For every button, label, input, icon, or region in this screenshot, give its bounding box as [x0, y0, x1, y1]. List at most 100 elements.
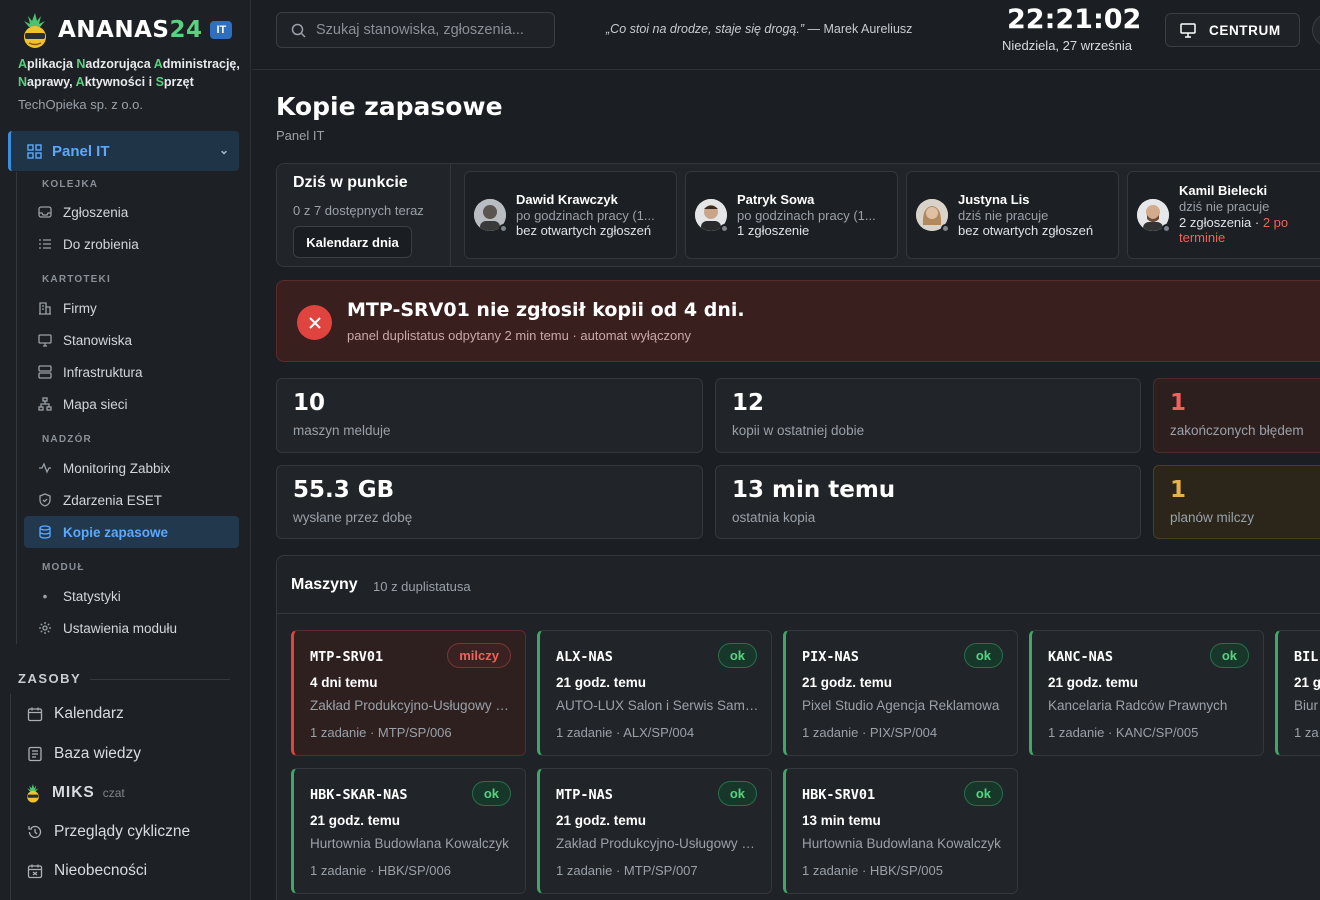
sidebar-item-eset[interactable]: Zdarzenia ESET: [24, 485, 239, 515]
machine-company: Hurtownia Budowlana Kowalczyk: [310, 836, 509, 851]
chevron-down-icon: ⌄: [218, 143, 229, 157]
clock: 22:21:02: [1007, 4, 1142, 35]
machine-jobs: 1 zadanie · ALX/SP/004: [556, 725, 695, 740]
machine-name: MTP-SRV01: [310, 649, 384, 665]
brand-tagline: Aplikacja Nadzorująca Administrację, Napr…: [18, 57, 240, 89]
database-icon: [38, 525, 52, 539]
sidebar-item-statystyki[interactable]: • Statystyki: [24, 581, 239, 611]
activity-icon: [38, 461, 52, 475]
day-calendar-button[interactable]: Kalendarz dnia: [293, 226, 412, 258]
network-icon: [38, 397, 52, 411]
today-title: Dziś w punkcie: [293, 174, 408, 191]
sidebar-item-stanowiska[interactable]: Stanowiska: [24, 325, 239, 355]
sidebar-item-kalendarz[interactable]: Kalendarz: [10, 697, 240, 731]
presence-dot: [499, 224, 508, 233]
nav-panel-it[interactable]: Panel IT ⌄: [8, 131, 239, 171]
machine-name: BIL-: [1294, 649, 1320, 665]
machine-name: HBK-SKAR-NAS: [310, 787, 408, 803]
sidebar-item-baza-wiedzy[interactable]: Baza wiedzy: [10, 737, 240, 771]
page-title: Kopie zapasowe: [276, 92, 503, 121]
machine-card[interactable]: MTP-SRV01 milczy 4 dni temu Zakład Produ…: [291, 630, 526, 756]
shield-icon: [38, 493, 52, 507]
person-name: Patryk Sowa: [737, 192, 815, 207]
pineapple-icon: [24, 784, 42, 803]
last-backup-time: 21 godz. temu: [556, 675, 647, 690]
person-card[interactable]: Patryk Sowa po godzinach pracy (1... 1 z…: [685, 171, 898, 259]
close-circle-icon: [297, 305, 332, 340]
sidebar-item-zabbix[interactable]: Monitoring Zabbix: [24, 453, 239, 483]
sidebar-item-infrastruktura[interactable]: Infrastruktura: [24, 357, 239, 387]
sidebar-item-przeglady[interactable]: Przeglądy cykliczne: [10, 815, 240, 849]
gear-icon: [38, 621, 52, 635]
machines-title: Maszyny: [291, 576, 358, 593]
alert-subtitle: panel duplistatus odpytany 2 min temu · …: [347, 328, 691, 343]
sidebar-item-ustawienia-modulu[interactable]: Ustawienia modułu: [24, 613, 239, 643]
stat-card-error: 1 zakończonych błędem: [1153, 378, 1320, 453]
server-icon: [38, 365, 52, 379]
machines-divider: [277, 613, 1320, 614]
stat-card: 12 kopii w ostatniej dobie: [715, 378, 1141, 453]
person-tickets: bez otwartych zgłoszeń: [958, 223, 1094, 238]
last-backup-time: 21 godz. temu: [556, 813, 647, 828]
presence-dot: [941, 224, 950, 233]
machine-name: KANC-NAS: [1048, 649, 1114, 665]
sidebar-item-firmy[interactable]: Firmy: [24, 293, 239, 323]
person-status: po godzinach pracy (1...: [516, 208, 655, 223]
nav-panel-it-label: Panel IT: [52, 142, 110, 160]
last-backup-time: 13 min temu: [802, 813, 881, 828]
status-badge: ok: [963, 781, 1003, 806]
last-backup-time: 21 godz. temu: [310, 813, 401, 828]
person-name: Justyna Lis: [958, 192, 1030, 207]
presence-dot: [720, 224, 729, 233]
date: Niedziela, 27 września: [1001, 38, 1133, 53]
today-divider: [450, 164, 451, 266]
presence-dot: [1162, 224, 1171, 233]
sidebar-item-do-zrobienia[interactable]: Do zrobienia: [24, 229, 239, 259]
last-backup-time: 21 godz. temu: [1048, 675, 1139, 690]
inbox-icon: [38, 205, 52, 219]
person-card[interactable]: Kamil Bielecki dziś nie pracuje 2 zgłosz…: [1127, 171, 1320, 259]
machine-card[interactable]: HBK-SRV01 ok 13 min temu Hurtownia Budow…: [783, 768, 1018, 894]
stat-card: 13 min temu ostatnia kopia: [715, 465, 1141, 539]
person-name: Dawid Krawczyk: [516, 192, 618, 207]
machine-card[interactable]: BIL- 21 g Biur 1 za: [1275, 630, 1320, 756]
centrum-button[interactable]: CENTRUM: [1165, 13, 1300, 47]
sidebar-item-nieobecnosci[interactable]: Nieobecności: [10, 854, 240, 888]
sidebar-item-miks[interactable]: MIKS czat: [8, 776, 238, 810]
machine-card[interactable]: ALX-NAS ok 21 godz. temu AUTO-LUX Salon …: [537, 630, 772, 756]
person-status: dziś nie pracuje: [958, 208, 1049, 223]
search-input[interactable]: Szukaj stanowiska, zgłoszenia...: [276, 12, 555, 48]
sidebar-item-zgloszenia[interactable]: Zgłoszenia: [24, 197, 239, 227]
sidebar-item-mapa-sieci[interactable]: Mapa sieci: [24, 389, 239, 419]
building-icon: [38, 301, 52, 315]
user-avatar[interactable]: [1312, 12, 1320, 48]
machine-company: Hurtownia Budowlana Kowalczyk: [802, 836, 1001, 851]
stat-card: 10 maszyn melduje: [276, 378, 703, 453]
machine-company: Zakład Produkcyjno-Usługowy Kowalczyk: [556, 836, 761, 851]
sidebar-item-kopie-zapasowe[interactable]: Kopie zapasowe: [24, 516, 239, 548]
section-nadzor: NADZÓR: [42, 434, 92, 445]
machines-count: 10 z duplistatusa: [373, 579, 471, 594]
person-card[interactable]: Dawid Krawczyk po godzinach pracy (1... …: [464, 171, 677, 259]
machine-company: Biur: [1294, 698, 1319, 713]
machine-name: PIX-NAS: [802, 649, 859, 665]
brand-logo[interactable]: ANANAS24 IT: [18, 10, 233, 50]
machine-card[interactable]: KANC-NAS ok 21 godz. temu Kancelaria Rad…: [1029, 630, 1264, 756]
last-backup-time: 21 g: [1294, 675, 1320, 690]
machine-jobs: 1 zadanie · MTP/SP/006: [310, 725, 452, 740]
company-name: TechOpieka sp. z o.o.: [18, 97, 144, 112]
machine-jobs: 1 zadanie · KANC/SP/005: [1048, 725, 1199, 740]
person-card[interactable]: Justyna Lis dziś nie pracuje bez otwarty…: [906, 171, 1119, 259]
last-backup-time: 21 godz. temu: [802, 675, 893, 690]
machine-card[interactable]: PIX-NAS ok 21 godz. temu Pixel Studio Ag…: [783, 630, 1018, 756]
machine-card[interactable]: HBK-SKAR-NAS ok 21 godz. temu Hurtownia …: [291, 768, 526, 894]
machine-jobs: 1 zadanie · HBK/SP/005: [802, 863, 943, 878]
section-kolejka: KOLEJKA: [42, 179, 99, 190]
person-status: dziś nie pracuje: [1179, 199, 1270, 214]
machine-jobs: 1 za: [1294, 725, 1319, 740]
status-badge: ok: [1209, 643, 1249, 668]
person-tickets: bez otwartych zgłoszeń: [516, 223, 652, 238]
breadcrumb[interactable]: Panel IT: [276, 128, 324, 143]
machine-card[interactable]: MTP-NAS ok 21 godz. temu Zakład Produkcy…: [537, 768, 772, 894]
book-icon: [26, 745, 44, 763]
